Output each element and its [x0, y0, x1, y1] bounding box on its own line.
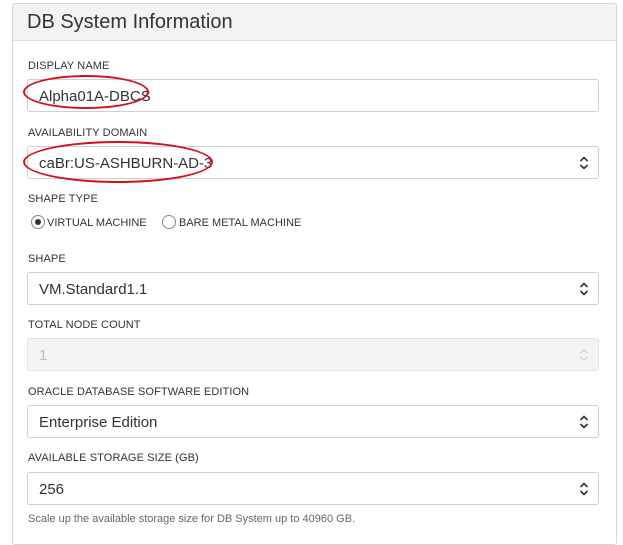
display-name-label: DISPLAY NAME: [28, 60, 110, 72]
software-edition-value: Enterprise Edition: [39, 414, 158, 431]
radio-virtual-machine-label[interactable]: VIRTUAL MACHINE: [47, 217, 147, 229]
shape-value: VM.Standard1.1: [39, 281, 148, 298]
total-node-count-value: 1: [39, 347, 48, 364]
storage-size-hint: Scale up the available storage size for …: [28, 513, 356, 525]
chevron-up-down-icon: [579, 347, 589, 363]
chevron-up-down-icon: [579, 155, 589, 171]
radio-bare-metal-machine[interactable]: [162, 215, 176, 229]
software-edition-label: ORACLE DATABASE SOFTWARE EDITION: [28, 386, 250, 398]
panel-header: DB System Information: [13, 4, 616, 41]
shape-select[interactable]: VM.Standard1.1: [27, 272, 599, 305]
chevron-up-down-icon: [579, 414, 589, 430]
chevron-up-down-icon: [579, 481, 589, 497]
shape-label: SHAPE: [28, 253, 66, 265]
annotation-ellipse-availability-domain: [23, 141, 213, 183]
availability-domain-label: AVAILABILITY DOMAIN: [28, 127, 148, 139]
radio-virtual-machine[interactable]: [31, 215, 45, 229]
chevron-up-down-icon: [579, 281, 589, 297]
storage-size-label: AVAILABLE STORAGE SIZE (GB): [28, 452, 199, 464]
panel-title: DB System Information: [27, 11, 233, 33]
total-node-count-label: TOTAL NODE COUNT: [28, 319, 141, 331]
radio-bare-metal-machine-label[interactable]: BARE METAL MACHINE: [179, 217, 301, 229]
annotation-ellipse-display-name: [23, 75, 149, 109]
radio-selected-dot: [35, 219, 41, 225]
shape-type-label: SHAPE TYPE: [28, 193, 98, 205]
storage-size-select[interactable]: 256: [27, 472, 599, 505]
software-edition-select[interactable]: Enterprise Edition: [27, 405, 599, 438]
total-node-count-select: 1: [27, 338, 599, 371]
storage-size-value: 256: [39, 481, 65, 498]
